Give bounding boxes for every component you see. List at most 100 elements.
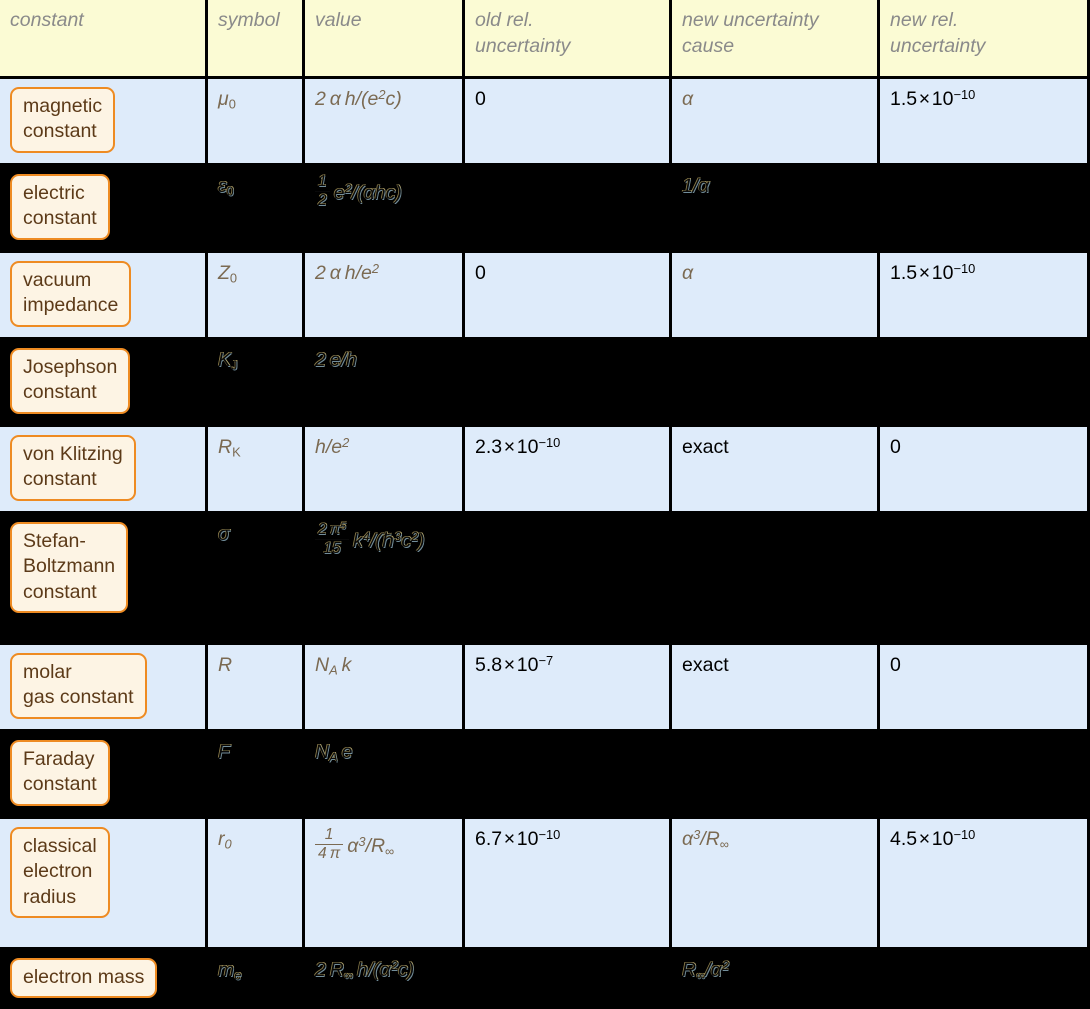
table-body: magnetic constant μ0 2 α h/(e2c) 0 α 1.5… [0, 79, 1090, 1009]
new-uncertainty-value: 4.5 × 10−10 [890, 827, 976, 850]
chip-line-1: Josephson [23, 356, 118, 378]
symbol-f: F [218, 741, 230, 763]
value-formula: NA k [315, 654, 352, 678]
chip-line-1: classical [23, 835, 97, 857]
table-row: Stefan- Boltzmann constant σ 2 π5 15 k4/(ℏ… [0, 514, 1090, 645]
cause-exact: exact [682, 436, 729, 458]
constant-name-chip[interactable]: Josephson constant [10, 348, 131, 414]
cause-alpha: α [682, 262, 694, 284]
cell-value: 2 R∞ h/(α2c) [305, 950, 465, 1009]
table-row: vacuum impedance Z0 2 α h/e2 0 α 1.5 × 1… [0, 253, 1090, 340]
chip-line-1: von Klitzing [23, 443, 123, 465]
constant-name-chip[interactable]: electron mass [10, 958, 158, 999]
chip-line-2: constant [23, 381, 97, 404]
constant-name-chip[interactable]: magnetic constant [10, 87, 116, 153]
symbol-epsilon-zero: ε0 [218, 175, 234, 199]
old-uncertainty-value: 6.7 × 10−10 [475, 827, 561, 850]
cause-rydberg-over-alpha-squared: R∞/α2 [682, 958, 729, 983]
chip-line-2: constant [23, 120, 97, 143]
cell-constant-name: molar gas constant [0, 645, 208, 732]
value-formula: NA e [315, 741, 353, 765]
cell-symbol: me [208, 950, 305, 1009]
cell-value: h/e2 [305, 427, 465, 514]
cell-cause [672, 340, 880, 427]
new-uncertainty-value: 0 [890, 436, 901, 458]
cell-value: NA k [305, 645, 465, 732]
cell-value: 1 2 e2/(αhc) [305, 166, 465, 253]
cell-cause [672, 732, 880, 819]
cell-value: NA e [305, 732, 465, 819]
cell-new-uncertainty: 4.5 × 10−10 [880, 819, 1090, 950]
cell-cause: α3/R∞ [672, 819, 880, 950]
cell-old-uncertainty [465, 340, 672, 427]
cell-value: 14 π α3/R∞ [305, 819, 465, 950]
cause-alpha-cubed-over-rydberg: α3/R∞ [682, 827, 729, 852]
cause-alpha: α [682, 88, 694, 110]
chip-line-2: electron [23, 860, 93, 883]
cause-exact: exact [682, 654, 729, 676]
symbol-r-k: RK [218, 436, 241, 460]
cell-constant-name: Stefan- Boltzmann constant [0, 514, 208, 645]
cell-constant-name: magnetic constant [0, 79, 208, 166]
chip-line-2: constant [23, 468, 97, 491]
constant-name-chip[interactable]: molar gas constant [10, 653, 147, 719]
cell-old-uncertainty [465, 166, 672, 253]
column-header-new-rel-uncertainty: new rel. uncertainty [880, 0, 1090, 79]
cell-new-uncertainty [880, 166, 1090, 253]
cell-symbol: RK [208, 427, 305, 514]
constant-name-chip[interactable]: Faraday constant [10, 740, 110, 806]
cell-old-uncertainty: 0 [465, 79, 672, 166]
constant-name-chip[interactable]: electric constant [10, 174, 110, 240]
constant-name-chip[interactable]: classical electron radius [10, 827, 110, 919]
fraction-two-pi-five-over-fifteen: 2 π5 15 [315, 521, 349, 558]
constant-name-chip[interactable]: vacuum impedance [10, 261, 132, 327]
cell-symbol: KJ [208, 340, 305, 427]
cell-value: 2 α h/(e2c) [305, 79, 465, 166]
cell-symbol: R [208, 645, 305, 732]
column-header-old-rel-uncertainty: old rel. uncertainty [465, 0, 672, 79]
cell-constant-name: vacuum impedance [0, 253, 208, 340]
chip-line-3: radius [23, 885, 77, 908]
constant-name-chip[interactable]: von Klitzing constant [10, 435, 136, 501]
symbol-mu-zero: μ0 [218, 88, 236, 112]
cause-one-over-alpha: 1/α [682, 175, 710, 197]
value-formula: 14 π α3/R∞ [315, 826, 394, 862]
chip-line-2: gas constant [23, 686, 134, 709]
header-line-1: value [315, 9, 362, 31]
cell-new-uncertainty [880, 732, 1090, 819]
symbol-k-j: KJ [218, 349, 238, 373]
table-row: von Klitzing constant RK h/e2 2.3 × 10−1… [0, 427, 1090, 514]
column-header-symbol: symbol [208, 0, 305, 79]
constant-name-chip[interactable]: Stefan- Boltzmann constant [10, 522, 129, 614]
new-uncertainty-value: 1.5 × 10−10 [890, 261, 976, 284]
table-row: electron mass me 2 R∞ h/(α2c) R∞/α2 [0, 950, 1090, 1009]
cell-symbol: Z0 [208, 253, 305, 340]
cell-old-uncertainty [465, 950, 672, 1009]
header-line-2: uncertainty [475, 34, 571, 57]
value-formula: 2 R∞ h/(α2c) [315, 958, 415, 983]
symbol-sigma: σ [218, 523, 230, 545]
cell-old-uncertainty: 0 [465, 253, 672, 340]
old-uncertainty-value: 0 [475, 262, 486, 284]
cell-value: 2 e/h [305, 340, 465, 427]
column-header-new-uncertainty-cause: new uncertainty cause [672, 0, 880, 79]
table-row: classical electron radius r0 14 π α3/R∞ 6… [0, 819, 1090, 950]
column-header-constant: constant [0, 0, 208, 79]
cell-symbol: r0 [208, 819, 305, 950]
cell-constant-name: classical electron radius [0, 819, 208, 950]
cell-symbol: F [208, 732, 305, 819]
cell-constant-name: Faraday constant [0, 732, 208, 819]
cell-new-uncertainty: 0 [880, 645, 1090, 732]
fraction-one-over-four-pi: 14 π [315, 826, 344, 863]
chip-line-3: constant [23, 580, 97, 603]
value-formula: 2 α h/e2 [315, 261, 380, 284]
fraction-one-half: 12 [315, 173, 330, 210]
cell-old-uncertainty [465, 514, 672, 645]
table-row: Faraday constant F NA e [0, 732, 1090, 819]
cell-cause [672, 514, 880, 645]
chip-line-2: constant [23, 207, 97, 230]
cell-constant-name: von Klitzing constant [0, 427, 208, 514]
old-uncertainty-value: 0 [475, 88, 486, 110]
table-row: molar gas constant R NA k 5.8 × 10−7 exa… [0, 645, 1090, 732]
cell-old-uncertainty: 2.3 × 10−10 [465, 427, 672, 514]
